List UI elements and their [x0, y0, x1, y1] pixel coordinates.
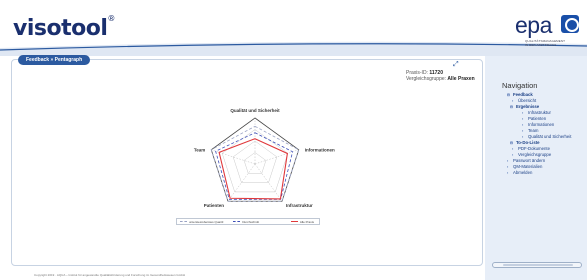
radar-axis-label: Informationen [305, 147, 335, 152]
epa-logo: epa QUALITÄTSMANAGEMENT IN DER ARZTPRAXI… [515, 12, 583, 48]
sidebar-item-label: Passwort ändern [513, 158, 546, 163]
sidebar-item-label: Infrastruktur [528, 110, 551, 115]
scrollbar-thumb[interactable] [503, 264, 573, 266]
legend-label-quartil: unterstes/oberstes Quartil [189, 219, 224, 224]
legend-label-alle-praxis: Alle Praxis [299, 219, 314, 224]
visotool-logo[interactable]: visotool® [13, 14, 115, 41]
radar-series-alle-praxis [218, 138, 288, 200]
sidebar-item-label: QM-Materialien [513, 164, 543, 169]
sidebar-item-label: Vergleichsgruppe [518, 152, 552, 157]
sidebar-item-label: Ergebnisse [516, 104, 540, 109]
legend-swatch-alle-praxis [290, 221, 298, 222]
epa-logo-text: epa [515, 12, 552, 38]
brand-name: visotool [13, 16, 108, 41]
sidebar-item-label: Patienten [528, 116, 547, 121]
registered-mark: ® [107, 14, 115, 23]
pentagraph-chart: Qualität und Sicherheit Informationen Infr… [194, 108, 335, 208]
vergleich-value: Alle Praxen [447, 76, 475, 82]
vergleich-label: Vergleichsgruppe: [406, 76, 447, 82]
header-wave [0, 41, 587, 56]
app-header: visotool® epa QUALITÄTSMANAGEMENT IN DER… [0, 0, 587, 56]
sidebar-item-label: Informationen [528, 122, 555, 127]
radar-series-durchschnitt [215, 132, 294, 200]
radar-grid-ring [232, 140, 278, 183]
sidebar-item-13[interactable]: ▪ Abmelden [507, 170, 532, 176]
radar-axis-label: Infrastruktur [286, 203, 313, 208]
epa-tagline-2: IN DER ARZTPRAXIS [525, 43, 557, 47]
legend-item-alle-praxis: Alle Praxis [290, 219, 314, 224]
breadcrumb[interactable]: Feedback » Pentagraph [18, 55, 91, 65]
legend-item-quartil: unterstes/oberstes Quartil [180, 220, 223, 224]
sidebar-scrollbar[interactable] [492, 262, 582, 268]
sidebar-item-label: Team [528, 128, 539, 133]
sidebar-item-label: Abmelden [513, 170, 533, 175]
legend-item-durchschnitt: Durchschnitt [233, 220, 259, 224]
footer-copyright: Copyright 2019 · AQUA – Institut für ang… [34, 273, 186, 277]
sidebar-item-label: Qualität und Sicherheit [528, 134, 572, 139]
chart-legend: unterstes/oberstes Quartil Durchschnitt … [176, 218, 320, 225]
radar-axis-label: Patienten [204, 203, 225, 208]
legend-label-durchschnitt: Durchschnitt [242, 219, 260, 224]
sidebar-item-label: Übersicht [518, 98, 537, 103]
radar-axis-label: Qualität und Sicherheit [230, 108, 280, 113]
sidebar-item-label: To-Do-Liste [516, 140, 540, 145]
epa-symbol-icon [561, 15, 579, 33]
radar-axis-label: Team [194, 147, 205, 152]
sidebar-item-label: PDF-Dokumente [518, 146, 550, 151]
sidebar-item-label: Feedback [513, 92, 533, 97]
legend-swatch-quartil [180, 221, 187, 222]
sidebar-title: Navigation [502, 81, 538, 90]
legend-swatch-durchschnitt [233, 221, 241, 222]
praxis-info: Praxis-ID: 11720 Vergleichsgruppe: Alle … [406, 70, 475, 82]
expand-icon[interactable]: ⤢ [453, 61, 461, 69]
